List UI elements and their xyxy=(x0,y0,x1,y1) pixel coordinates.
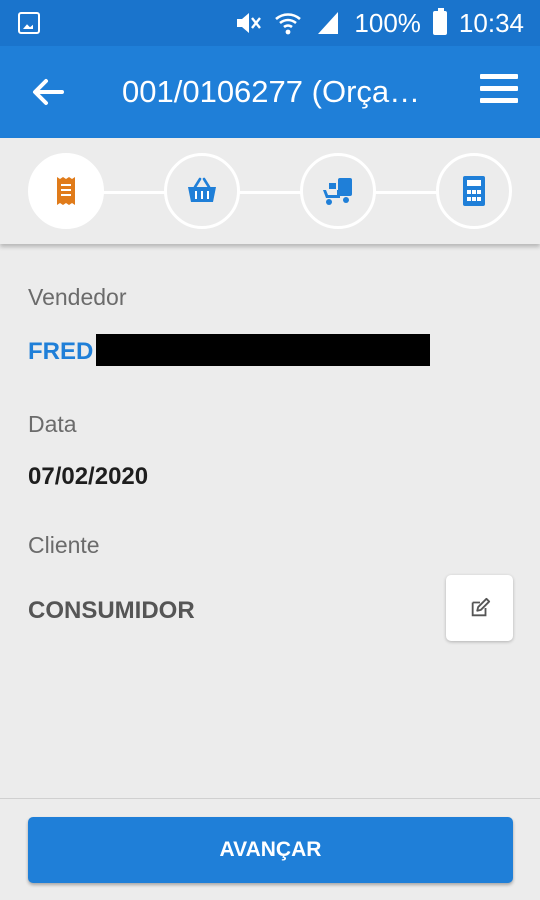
wifi-icon xyxy=(274,10,302,36)
redacted-block xyxy=(96,334,430,366)
edit-icon xyxy=(471,597,490,617)
gallery-icon xyxy=(18,12,40,34)
order-details: Vendedor FRED Data 07/02/2020 Cliente CO… xyxy=(0,244,540,798)
clock-time: 10:34 xyxy=(458,7,524,38)
data-label: Data xyxy=(28,411,77,437)
step-entrega[interactable] xyxy=(300,153,376,229)
battery-percentage: 100% xyxy=(354,7,421,38)
page-title: 001/0106277 (Orçamento) xyxy=(122,74,432,109)
menu-button[interactable] xyxy=(480,74,518,108)
back-button[interactable] xyxy=(28,72,68,112)
signal-icon xyxy=(314,10,342,36)
step-connector xyxy=(66,191,476,194)
calculator-icon xyxy=(463,176,485,206)
vendedor-label: Vendedor xyxy=(28,284,127,310)
edit-client-button[interactable] xyxy=(446,575,513,641)
footer: AVANÇAR xyxy=(0,798,540,900)
step-produtos[interactable] xyxy=(164,153,240,229)
delivery-icon xyxy=(323,178,352,205)
receipt-icon xyxy=(57,177,75,205)
cliente-label: Cliente xyxy=(28,532,100,558)
arrow-left-icon xyxy=(33,79,64,105)
cliente-value: CONSUMIDOR xyxy=(28,597,195,624)
mute-icon xyxy=(234,10,262,36)
advance-button[interactable]: AVANÇAR xyxy=(28,817,513,883)
status-icons: 100% 10:34 xyxy=(234,8,524,38)
step-pagamento[interactable] xyxy=(436,153,512,229)
app-bar: 001/0106277 (Orçamento) xyxy=(0,46,540,138)
status-bar: 100% 10:34 xyxy=(0,0,540,46)
step-orcamento[interactable] xyxy=(28,153,104,229)
battery-icon xyxy=(432,8,447,35)
step-indicator xyxy=(0,138,540,244)
vendedor-value: FRED xyxy=(28,338,94,365)
basket-icon xyxy=(188,177,216,202)
hamburger-menu-icon xyxy=(480,74,518,79)
data-value: 07/02/2020 xyxy=(28,463,149,490)
